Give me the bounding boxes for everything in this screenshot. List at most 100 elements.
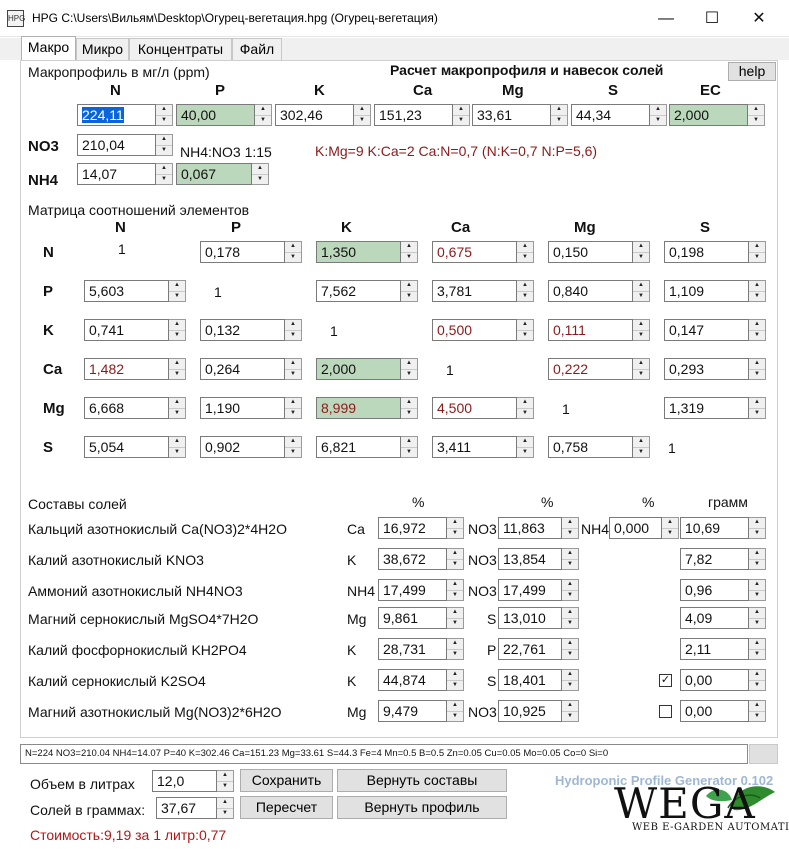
- matrix-mg-p-stepper[interactable]: 1,190 ▲ ▼: [200, 397, 302, 419]
- matrix-s-k-stepper[interactable]: 6,821 ▲ ▼: [316, 436, 418, 458]
- salt-element3-field[interactable]: 0,000: [609, 517, 662, 539]
- spin-arrows[interactable]: ▲ ▼: [517, 397, 534, 419]
- matrix-k-ca-stepper[interactable]: 0,500 ▲ ▼: [432, 319, 534, 341]
- spin-arrows[interactable]: ▲ ▼: [562, 548, 579, 570]
- spin-arrows[interactable]: ▲ ▼: [749, 607, 766, 629]
- salt-gram-field[interactable]: 0,96: [680, 579, 749, 601]
- matrix-n-p-field[interactable]: 0,178: [200, 241, 285, 263]
- matrix-p-ca-stepper[interactable]: 3,781 ▲ ▼: [432, 280, 534, 302]
- salt-element1-stepper[interactable]: 9,861 ▲ ▼: [378, 607, 464, 629]
- spin-arrows[interactable]: ▲ ▼: [401, 358, 418, 380]
- spin-arrows[interactable]: ▲ ▼: [749, 638, 766, 660]
- spin-arrows[interactable]: ▲ ▼: [562, 579, 579, 601]
- matrix-ca-mg-field[interactable]: 0,222: [548, 358, 633, 380]
- matrix-ca-n-stepper[interactable]: 1,482 ▲ ▼: [84, 358, 186, 380]
- n-field[interactable]: 224,11: [77, 104, 156, 126]
- matrix-mg-s-stepper[interactable]: 1,319 ▲ ▼: [664, 397, 766, 419]
- n-stepper[interactable]: 224,11 ▲ ▼: [77, 104, 173, 126]
- nh4-field[interactable]: 14,07: [77, 163, 156, 185]
- matrix-k-mg-stepper[interactable]: 0,111 ▲ ▼: [548, 319, 650, 341]
- spin-arrows[interactable]: ▲ ▼: [748, 104, 765, 126]
- k-stepper[interactable]: 302,46 ▲ ▼: [275, 104, 371, 126]
- matrix-n-mg-field[interactable]: 0,150: [548, 241, 633, 263]
- volume-stepper[interactable]: 12,0 ▲ ▼: [152, 770, 234, 792]
- matrix-mg-ca-stepper[interactable]: 4,500 ▲ ▼: [432, 397, 534, 419]
- tab-file[interactable]: Файл: [232, 38, 282, 60]
- s-stepper[interactable]: 44,34 ▲ ▼: [571, 104, 667, 126]
- salt-element2-field[interactable]: 13,010: [498, 607, 562, 629]
- matrix-mg-n-stepper[interactable]: 6,668 ▲ ▼: [84, 397, 186, 419]
- restore-salts-button[interactable]: Вернуть составы: [337, 769, 507, 792]
- salt-element1-stepper[interactable]: 9,479 ▲ ▼: [378, 700, 464, 722]
- spin-arrows[interactable]: ▲ ▼: [447, 517, 464, 539]
- spin-arrows[interactable]: ▲ ▼: [156, 134, 173, 156]
- matrix-s-ca-stepper[interactable]: 3,411 ▲ ▼: [432, 436, 534, 458]
- maximize-button[interactable]: ☐: [689, 0, 735, 37]
- no3-field[interactable]: 210,04: [77, 134, 156, 156]
- spin-arrows[interactable]: ▲ ▼: [285, 436, 302, 458]
- spin-arrows[interactable]: ▲ ▼: [401, 436, 418, 458]
- salt-element2-field[interactable]: 22,761: [498, 638, 562, 660]
- salts-grams-field[interactable]: 37,67: [156, 797, 217, 819]
- spin-arrows[interactable]: ▲ ▼: [517, 436, 534, 458]
- spin-arrows[interactable]: ▲ ▼: [749, 669, 766, 691]
- matrix-n-p-stepper[interactable]: 0,178 ▲ ▼: [200, 241, 302, 263]
- matrix-s-p-field[interactable]: 0,902: [200, 436, 285, 458]
- salt-gram-stepper[interactable]: 10,69 ▲ ▼: [680, 517, 766, 539]
- salt-gram-field[interactable]: 10,69: [680, 517, 749, 539]
- salt-enable-checkbox[interactable]: [659, 705, 672, 718]
- spin-arrows[interactable]: ▲ ▼: [749, 397, 766, 419]
- spin-arrows[interactable]: ▲ ▼: [517, 241, 534, 263]
- matrix-s-n-stepper[interactable]: 5,054 ▲ ▼: [84, 436, 186, 458]
- ec-field[interactable]: 2,000: [669, 104, 748, 126]
- salt-element1-stepper[interactable]: 38,672 ▲ ▼: [378, 548, 464, 570]
- volume-field[interactable]: 12,0: [152, 770, 217, 792]
- spin-arrows[interactable]: ▲ ▼: [401, 397, 418, 419]
- spin-arrows[interactable]: ▲ ▼: [217, 797, 234, 819]
- spin-arrows[interactable]: ▲ ▼: [633, 319, 650, 341]
- matrix-p-mg-field[interactable]: 0,840: [548, 280, 633, 302]
- matrix-k-n-field[interactable]: 0,741: [84, 319, 169, 341]
- salt-element2-field[interactable]: 10,925: [498, 700, 562, 722]
- spin-arrows[interactable]: ▲ ▼: [562, 700, 579, 722]
- spin-arrows[interactable]: ▲ ▼: [169, 319, 186, 341]
- spin-arrows[interactable]: ▲ ▼: [749, 241, 766, 263]
- matrix-s-ca-field[interactable]: 3,411: [432, 436, 517, 458]
- matrix-mg-s-field[interactable]: 1,319: [664, 397, 749, 419]
- matrix-n-ca-field[interactable]: 0,675: [432, 241, 517, 263]
- spin-arrows[interactable]: ▲ ▼: [401, 280, 418, 302]
- tab-micro[interactable]: Микро: [76, 38, 129, 60]
- matrix-s-p-stepper[interactable]: 0,902 ▲ ▼: [200, 436, 302, 458]
- salt-gram-stepper[interactable]: 7,82 ▲ ▼: [680, 548, 766, 570]
- matrix-ca-s-field[interactable]: 0,293: [664, 358, 749, 380]
- matrix-n-k-stepper[interactable]: 1,350 ▲ ▼: [316, 241, 418, 263]
- matrix-ca-k-field[interactable]: 2,000: [316, 358, 401, 380]
- salt-element2-stepper[interactable]: 22,761 ▲ ▼: [498, 638, 579, 660]
- spin-arrows[interactable]: ▲ ▼: [749, 358, 766, 380]
- salt-gram-stepper[interactable]: 2,11 ▲ ▼: [680, 638, 766, 660]
- salt-gram-stepper[interactable]: 0,96 ▲ ▼: [680, 579, 766, 601]
- spin-arrows[interactable]: ▲ ▼: [217, 770, 234, 792]
- matrix-s-k-field[interactable]: 6,821: [316, 436, 401, 458]
- minimize-button[interactable]: —: [643, 0, 689, 37]
- salt-element2-stepper[interactable]: 17,499 ▲ ▼: [498, 579, 579, 601]
- k-field[interactable]: 302,46: [275, 104, 354, 126]
- matrix-n-mg-stepper[interactable]: 0,150 ▲ ▼: [548, 241, 650, 263]
- spin-arrows[interactable]: ▲ ▼: [749, 579, 766, 601]
- salt-element3-stepper[interactable]: 0,000 ▲ ▼: [609, 517, 679, 539]
- spin-arrows[interactable]: ▲ ▼: [562, 638, 579, 660]
- matrix-n-s-field[interactable]: 0,198: [664, 241, 749, 263]
- salt-element2-stepper[interactable]: 11,863 ▲ ▼: [498, 517, 579, 539]
- spin-arrows[interactable]: ▲ ▼: [749, 700, 766, 722]
- salt-element1-field[interactable]: 38,672: [378, 548, 447, 570]
- tab-concentrates[interactable]: Концентраты: [129, 38, 232, 60]
- salt-gram-field[interactable]: 0,00: [680, 700, 749, 722]
- matrix-ca-n-field[interactable]: 1,482: [84, 358, 169, 380]
- matrix-k-n-stepper[interactable]: 0,741 ▲ ▼: [84, 319, 186, 341]
- spin-arrows[interactable]: ▲ ▼: [633, 358, 650, 380]
- matrix-p-k-field[interactable]: 7,562: [316, 280, 401, 302]
- nh4-ratio-field[interactable]: 0,067: [176, 163, 252, 185]
- salt-element1-field[interactable]: 28,731: [378, 638, 447, 660]
- spin-arrows[interactable]: ▲ ▼: [447, 700, 464, 722]
- salt-element1-field[interactable]: 44,874: [378, 669, 447, 691]
